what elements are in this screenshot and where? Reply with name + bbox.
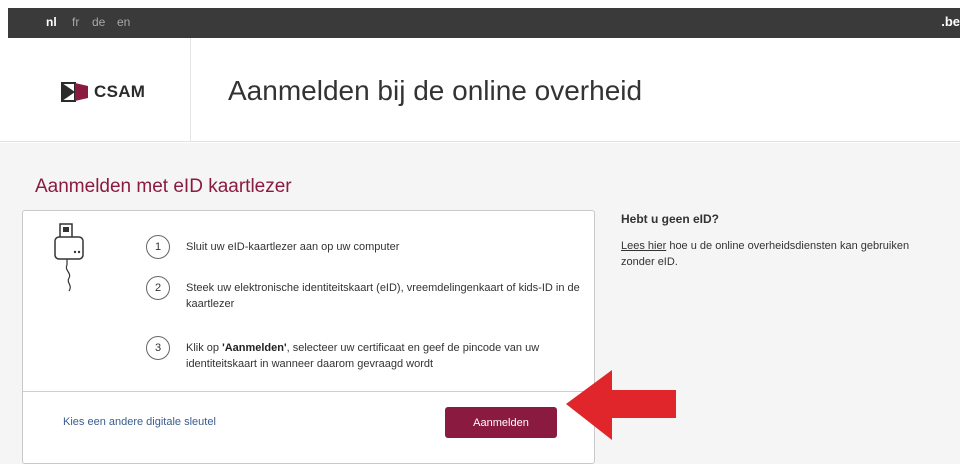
step-number: 3 (146, 336, 170, 360)
step-text-bold: 'Aanmelden' (222, 342, 287, 354)
step-number: 1 (146, 235, 170, 259)
no-eid-text: Lees hier hoe u de online overheidsdiens… (621, 238, 921, 270)
step-1: 1 Sluit uw eID-kaartlezer aan op uw comp… (146, 235, 596, 259)
login-button[interactable]: Aanmelden (445, 407, 557, 438)
step-text-before: Klik op (186, 342, 223, 354)
page-header: CSAM Aanmelden bij de online overheid (0, 38, 960, 142)
red-arrow-icon (566, 370, 676, 440)
step-text: Steek uw elektronische identiteitskaart … (186, 282, 580, 310)
lang-en[interactable]: en (117, 15, 130, 29)
be-domain-logo: .be (941, 14, 960, 29)
csam-logo[interactable]: CSAM (60, 81, 145, 103)
step-3: 3 Klik op 'Aanmelden', selecteer uw cert… (146, 336, 596, 372)
card-reader-icon (54, 223, 84, 292)
header-divider (190, 38, 191, 142)
step-text: Sluit uw eID-kaartlezer aan op uw comput… (186, 241, 400, 253)
eid-login-card: 1 Sluit uw eID-kaartlezer aan op uw comp… (22, 210, 595, 464)
top-bar: nl fr de en .be (8, 8, 960, 38)
lang-nl[interactable]: nl (46, 15, 57, 29)
logo-text: CSAM (94, 82, 146, 101)
lang-de[interactable]: de (92, 15, 105, 29)
main-content: Aanmelden met eID kaartlezer 1 Sluit uw … (0, 143, 960, 464)
section-title: Aanmelden met eID kaartlezer (35, 176, 292, 197)
no-eid-title: Hebt u geen eID? (621, 212, 720, 226)
step-2: 2 Steek uw elektronische identiteitskaar… (146, 276, 596, 312)
step-text: Klik op 'Aanmelden', selecteer uw certif… (186, 336, 596, 372)
step-number: 2 (146, 276, 170, 300)
lang-fr[interactable]: fr (72, 15, 79, 29)
page-title: Aanmelden bij de online overheid (228, 75, 643, 106)
card-divider (23, 391, 594, 392)
csam-logo-icon (61, 82, 88, 102)
alt-digital-key-link[interactable]: Kies een andere digitale sleutel (63, 416, 216, 428)
read-here-link[interactable]: Lees hier (621, 240, 666, 252)
